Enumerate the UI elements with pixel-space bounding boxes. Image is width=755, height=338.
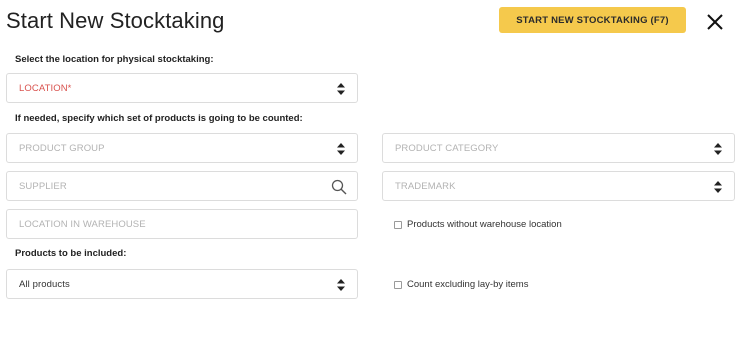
- location-in-warehouse-label: LOCATION IN WAREHOUSE: [19, 218, 146, 230]
- trademark-label: TRADEMARK: [395, 180, 456, 192]
- close-icon[interactable]: [705, 12, 725, 32]
- search-icon[interactable]: [331, 179, 347, 195]
- without-location-option[interactable]: Products without warehouse location: [394, 219, 562, 230]
- trademark-select[interactable]: TRADEMARK: [382, 171, 735, 201]
- supplier-label: SUPPLIER: [19, 180, 67, 192]
- sort-arrows-icon: [714, 181, 722, 193]
- without-location-checkbox[interactable]: [394, 220, 402, 229]
- product-category-select[interactable]: PRODUCT CATEGORY: [382, 133, 735, 163]
- products-included-value: All products: [19, 278, 70, 290]
- sort-arrows-icon: [337, 83, 345, 95]
- location-prompt-label: Select the location for physical stockta…: [15, 54, 214, 65]
- excluding-layby-label: Count excluding lay-by items: [407, 279, 529, 290]
- start-stocktaking-button[interactable]: START NEW STOCKTAKING (F7): [499, 7, 686, 33]
- sort-arrows-icon: [714, 143, 722, 155]
- products-included-select[interactable]: All products: [6, 269, 358, 299]
- page-title: Start New Stocktaking: [6, 8, 225, 33]
- excluding-layby-checkbox[interactable]: [394, 280, 402, 289]
- product-group-label: PRODUCT GROUP: [19, 142, 105, 154]
- location-in-warehouse-input[interactable]: LOCATION IN WAREHOUSE: [6, 209, 358, 239]
- location-select-label: LOCATION*: [19, 82, 72, 94]
- products-prompt-label: If needed, specify which set of products…: [15, 113, 303, 124]
- sort-arrows-icon: [337, 143, 345, 155]
- sort-arrows-icon: [337, 279, 345, 291]
- product-group-select[interactable]: PRODUCT GROUP: [6, 133, 358, 163]
- location-select[interactable]: LOCATION*: [6, 73, 358, 103]
- product-category-label: PRODUCT CATEGORY: [395, 142, 499, 154]
- excluding-layby-option[interactable]: Count excluding lay-by items: [394, 279, 528, 290]
- supplier-search-input[interactable]: SUPPLIER: [6, 171, 358, 201]
- without-location-label: Products without warehouse location: [407, 219, 562, 230]
- included-prompt-label: Products to be included:: [15, 248, 127, 259]
